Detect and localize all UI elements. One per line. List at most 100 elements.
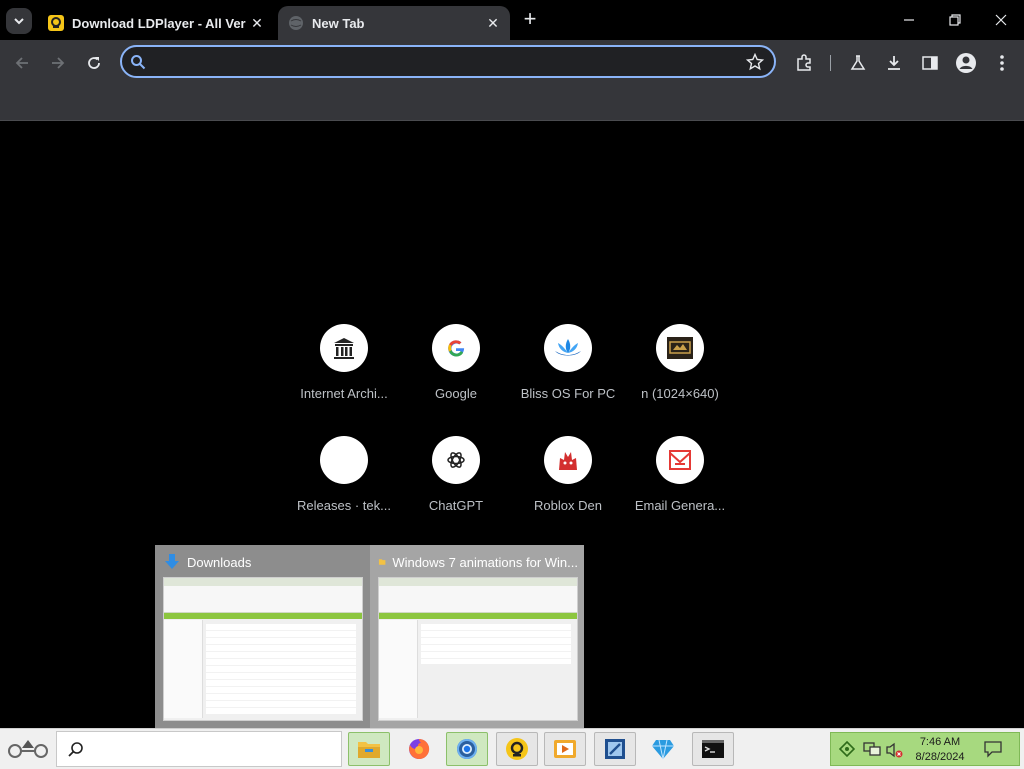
ldplayer-favicon-icon [48,15,64,31]
shortcut-label: ChatGPT [428,498,484,513]
shortcut-label: Internet Archi... [300,386,388,401]
preview-title: Windows 7 animations for Win... [392,554,578,570]
toolbar-divider [830,55,831,71]
tab-strip: Download LDPlayer - All Versio ✕ New Tab… [0,0,1024,40]
more-vert-icon [1000,55,1004,71]
tab-close-icon[interactable]: ✕ [482,15,504,32]
roblox-den-icon [544,436,592,484]
shortcut-label: Roblox Den [534,498,602,513]
star-icon[interactable] [746,53,764,71]
downloads-button[interactable] [881,50,907,76]
chatgpt-icon [432,436,480,484]
taskbar-terminal[interactable] [692,732,734,766]
ldplayer-icon [506,738,528,760]
start-button[interactable] [4,733,52,765]
start-orb-icon [8,740,48,758]
email-icon [656,436,704,484]
chrome-icon [457,739,477,759]
google-icon [432,324,480,372]
menu-button[interactable] [989,50,1015,76]
tab-close-icon[interactable]: ✕ [246,15,268,32]
back-button[interactable] [9,50,35,76]
network-icon[interactable] [863,741,881,757]
tab-ldplayer[interactable]: Download LDPlayer - All Versio ✕ [38,6,274,40]
chevron-down-icon [14,18,24,25]
shortcut-tile[interactable]: Bliss OS For PC [512,324,624,436]
search-icon [68,742,83,757]
arrow-right-icon [52,57,65,69]
taskbar-diamond-app[interactable] [642,732,684,766]
labs-button[interactable] [845,50,871,76]
shortcut-label: Email Genera... [634,498,726,513]
taskbar-chrome[interactable] [446,732,488,766]
remote-tool-icon [605,739,625,759]
tab-search-button[interactable] [6,8,32,34]
shortcut-tile[interactable]: n (1024×640) [624,324,736,436]
clock[interactable]: 7:46 AM 8/28/2024 [901,735,979,765]
arrow-left-icon [15,57,28,69]
preview-window-folder[interactable]: Windows 7 animations for Win... [370,545,584,728]
side-panel-button[interactable] [917,50,943,76]
preview-title: Downloads [187,554,252,570]
clock-time: 7:46 AM [919,736,961,748]
flask-icon [850,55,866,70]
taskbar-media-player[interactable] [544,732,586,766]
download-icon [888,56,900,70]
close-window-button[interactable] [978,0,1024,40]
globe-icon [289,16,303,30]
minimize-icon [904,19,914,21]
taskbar-file-explorer[interactable] [348,732,390,766]
puzzle-icon [797,54,811,71]
browser-toolbar [0,40,1024,85]
tab-title: Download LDPlayer - All Versio [72,15,246,31]
restore-button[interactable] [932,0,978,40]
image-thumbnail-icon [656,324,704,372]
address-bar[interactable] [120,45,776,78]
reload-icon [88,57,100,69]
terminal-icon [702,740,724,758]
tray-app-icon[interactable] [839,741,855,757]
archive-icon [320,324,368,372]
preview-window-downloads[interactable]: Downloads [155,545,369,728]
address-input[interactable] [156,51,740,75]
forward-button[interactable] [45,50,71,76]
taskbar-firefox[interactable] [398,732,440,766]
blank-icon [320,436,368,484]
minimize-button[interactable] [886,0,932,40]
clock-date: 8/28/2024 [915,751,965,763]
avatar-icon [956,53,976,73]
media-player-icon [554,740,576,758]
bookmark-bar [0,85,1024,121]
shortcut-tile[interactable]: ChatGPT [400,436,512,548]
search-icon [131,55,146,70]
extensions-button[interactable] [791,50,817,76]
taskbar: 7:46 AM 8/28/2024 [0,728,1024,769]
shortcut-tile[interactable]: Internet Archi... [288,324,400,436]
shortcut-label: Releases · tek... [297,498,391,513]
folder-icon [378,559,386,565]
shortcut-tile[interactable]: Google [400,324,512,436]
restore-icon [949,14,961,26]
shortcut-label: n (1024×640) [641,386,719,401]
reload-button[interactable] [81,50,107,76]
side-panel-icon [922,56,938,70]
taskbar-search-box[interactable] [56,731,342,767]
shortcut-label: Bliss OS For PC [520,386,616,401]
lotus-icon [544,324,592,372]
profile-button[interactable] [953,50,979,76]
firefox-icon [409,738,430,759]
new-tab-button[interactable]: + [518,8,542,32]
taskbar-ldplayer[interactable] [496,732,538,766]
shortcut-tile[interactable]: Releases · tek... [288,436,400,548]
tab-title: New Tab [312,15,365,31]
file-explorer-icon [358,742,380,758]
shortcut-tile[interactable]: Roblox Den [512,436,624,548]
taskbar-thumbnail-preview: Downloads Windows 7 animations for Win..… [155,545,584,728]
close-icon [995,14,1007,26]
diamond-app-icon [652,739,674,760]
tab-new-tab[interactable]: New Tab ✕ [278,6,510,40]
shortcut-label: Google [435,386,477,401]
shortcut-tile[interactable]: Email Genera... [624,436,736,548]
taskbar-remote-tool[interactable] [594,732,636,766]
notification-icon[interactable] [983,740,1003,758]
